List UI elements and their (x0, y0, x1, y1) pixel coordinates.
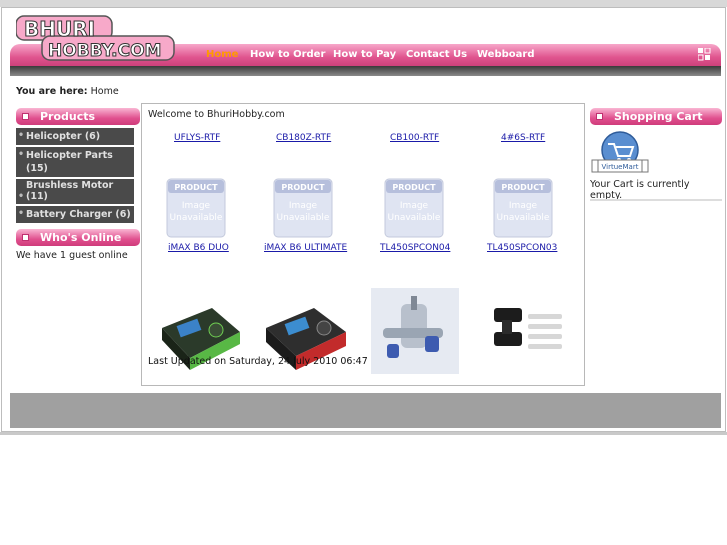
bullet-icon: • (18, 149, 25, 160)
last-updated-text: Last Updated on Saturday, 24 July 2010 0… (148, 356, 368, 367)
online-status-text: We have 1 guest online (16, 250, 128, 261)
placeholder-line1: PRODUCT (281, 183, 325, 192)
virtuemart-cart-logo[interactable]: VirtueMart (590, 130, 650, 176)
product-link-46s-rtf[interactable]: 4#6S-RTF (501, 133, 545, 143)
product-link-imax-b6-ultimate[interactable]: iMAX B6 ULTIMATE (264, 243, 347, 253)
bullet-icon (22, 234, 29, 241)
product-link-tl450spcon04[interactable]: TL450SPCON04 (380, 243, 450, 253)
bullet-icon (596, 113, 603, 120)
image-unavailable-placeholder[interactable]: PRODUCT Image Unavailable (493, 178, 553, 238)
product-link-tl450spcon03[interactable]: TL450SPCON03 (487, 243, 557, 253)
bullet-icon: • (18, 191, 25, 202)
category-label: Battery Charger (6) (26, 209, 131, 220)
cart-empty-text: Your Cart is currently empty. (590, 179, 690, 201)
breadcrumb-current: Home (90, 86, 119, 97)
breadcrumb: You are here: Home (16, 86, 119, 97)
product-category-helicopter[interactable]: • Helicopter (6) (16, 128, 134, 145)
category-label: Brushless Motor (11) (26, 180, 114, 202)
site-logo[interactable]: BHURI HOBBY.COM (16, 14, 176, 64)
browser-top-strip (0, 0, 727, 7)
image-unavailable-placeholder[interactable]: PRODUCT Image Unavailable (273, 178, 333, 238)
bullet-icon: • (18, 130, 25, 141)
site-frame: BHURI HOBBY.COM Home How to Order How to… (1, 7, 726, 432)
placeholder-line2: Image (509, 201, 538, 211)
placeholder-line2: Image (289, 201, 318, 211)
placeholder-line3: Unavailable (388, 213, 441, 223)
placeholder-line2: Image (400, 201, 429, 211)
page-bottom-strip (0, 432, 727, 435)
placeholder-line1: PRODUCT (392, 183, 436, 192)
category-label: Helicopter (6) (26, 131, 101, 142)
product-category-battery-charger[interactable]: • Battery Charger (6) (16, 206, 134, 223)
main-content: Welcome to BhuriHobby.com UFLYS-RTF CB18… (141, 103, 585, 386)
bullet-icon (22, 113, 29, 120)
grid-icon[interactable] (698, 48, 711, 61)
logo-line1: BHURI (24, 17, 95, 41)
product-category-helicopter-parts[interactable]: • Helicopter Parts (15) (16, 147, 134, 177)
footer (10, 393, 721, 428)
nav-bar-shadow (10, 66, 721, 76)
whos-online-module-header: Who's Online (16, 229, 140, 246)
nav-how-to-order[interactable]: How to Order (250, 49, 325, 60)
image-unavailable-placeholder[interactable]: PRODUCT Image Unavailable (166, 178, 226, 238)
product-link-imax-b6-duo[interactable]: iMAX B6 DUO (168, 243, 229, 253)
breadcrumb-label: You are here: (16, 86, 88, 97)
page: BHURI HOBBY.COM Home How to Order How to… (0, 0, 727, 545)
whos-online-title: Who's Online (40, 231, 122, 244)
nav-how-to-pay[interactable]: How to Pay (333, 49, 396, 60)
placeholder-line2: Image (182, 201, 211, 211)
product-link-cb100-rtf[interactable]: CB100-RTF (390, 133, 439, 143)
left-sidebar: Products • Helicopter (6) • Helicopter P… (16, 108, 140, 261)
placeholder-line1: PRODUCT (174, 183, 218, 192)
nav-home[interactable]: Home (206, 49, 238, 60)
logo-line2: HOBBY.COM (48, 41, 161, 61)
cart-logo-text: VirtueMart (602, 163, 639, 171)
image-unavailable-placeholder[interactable]: PRODUCT Image Unavailable (384, 178, 444, 238)
placeholder-line3: Unavailable (277, 213, 330, 223)
product-photo-tl450spcon03[interactable] (480, 288, 568, 374)
right-sidebar: Shopping Cart VirtueMart Your Cart is cu… (590, 108, 722, 201)
shopping-cart-module-header: Shopping Cart (590, 108, 722, 125)
welcome-text: Welcome to BhuriHobby.com (148, 109, 285, 120)
product-link-cb180z-rtf[interactable]: CB180Z-RTF (276, 133, 331, 143)
product-photo-tl450spcon04[interactable] (371, 288, 459, 374)
cart-title: Shopping Cart (614, 110, 703, 123)
bullet-icon: • (18, 208, 25, 219)
nav-webboard[interactable]: Webboard (477, 49, 534, 60)
product-category-brushless-motor[interactable]: • Brushless Motor (11) (16, 179, 134, 204)
product-link-uflys-rtf[interactable]: UFLYS-RTF (174, 133, 220, 143)
products-module-header: Products (16, 108, 140, 125)
header-banner: BHURI HOBBY.COM Home How to Order How to… (10, 8, 721, 76)
placeholder-line3: Unavailable (170, 213, 223, 223)
placeholder-line3: Unavailable (497, 213, 550, 223)
nav-contact-us[interactable]: Contact Us (406, 49, 467, 60)
cart-divider (590, 199, 722, 201)
products-title: Products (40, 110, 96, 123)
category-label: Helicopter Parts (15) (26, 150, 113, 174)
placeholder-line1: PRODUCT (501, 183, 545, 192)
